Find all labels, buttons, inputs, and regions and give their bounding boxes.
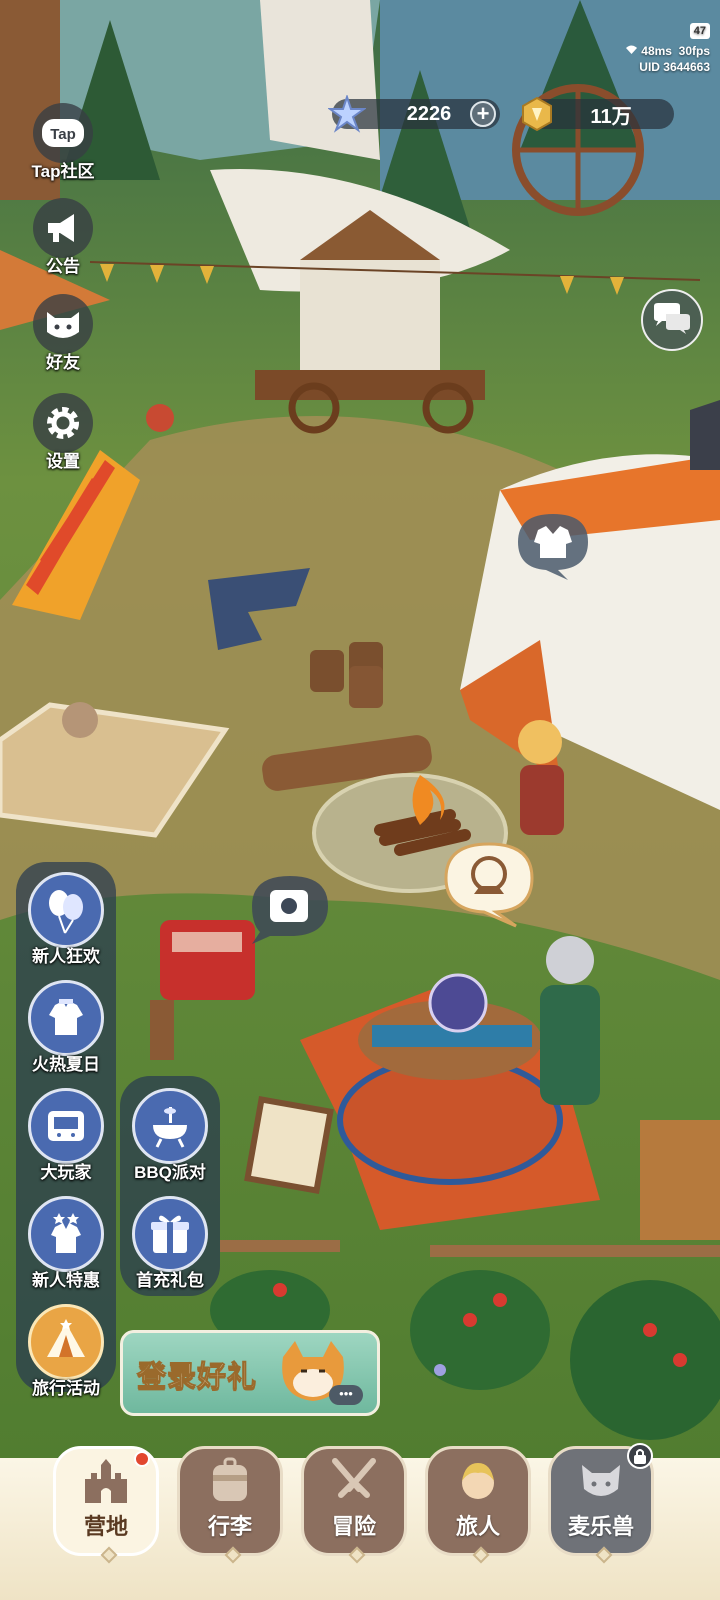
event-hot-summer[interactable]: 火热夏日: [16, 980, 116, 1075]
svg-text:Tap: Tap: [50, 126, 76, 143]
nav-label: 麦乐兽: [567, 1514, 634, 1539]
announcement-label: 公告: [46, 257, 80, 276]
grill-icon: [132, 1088, 208, 1164]
status-overlay: 47 48ms 30fps UID 3644663: [625, 22, 710, 75]
shirt-icon: [518, 514, 588, 580]
arcade-icon: [28, 1088, 104, 1164]
nav-adventure[interactable]: 冒险: [301, 1446, 407, 1564]
nav-label: 营地: [83, 1514, 128, 1539]
chat-bubbles-icon: [652, 302, 692, 339]
uid-value: UID 3644663: [639, 60, 710, 74]
event-label: 新人特惠: [32, 1271, 100, 1290]
event-newbie-deal[interactable]: 新人特惠: [16, 1196, 116, 1291]
more-dots-button[interactable]: •••: [329, 1385, 363, 1405]
megaphone-icon: [33, 198, 93, 258]
event-label: 火热夏日: [32, 1055, 100, 1074]
chat-button[interactable]: [641, 289, 703, 351]
add-gems-button[interactable]: +: [470, 101, 496, 127]
backpack-icon: [180, 1455, 280, 1507]
stars-shirt-icon: [28, 1196, 104, 1272]
login-reward-banner[interactable]: 登录好礼 •••: [120, 1330, 380, 1416]
event-newbie-carnival[interactable]: 新人狂欢: [16, 872, 116, 967]
settings-label: 设置: [46, 452, 80, 471]
balloons-icon: [28, 872, 104, 948]
friends-label: 好友: [46, 353, 80, 372]
nav-luggage[interactable]: 行李: [177, 1446, 283, 1564]
crossed-swords-icon: [304, 1455, 404, 1507]
tap-logo-icon: Tap: [33, 103, 93, 163]
event-label: 首充礼包: [136, 1271, 204, 1290]
event-first-recharge-gift[interactable]: 首充礼包: [120, 1196, 220, 1291]
tent-icon: [28, 1304, 104, 1380]
event-bbq-party[interactable]: BBQ派对: [120, 1088, 220, 1183]
event-label: 大玩家: [40, 1163, 92, 1182]
friends-button[interactable]: 好友: [30, 294, 96, 373]
gem-counter: 2226 +: [326, 93, 500, 133]
event-travel-activity[interactable]: 旅行活动: [16, 1304, 116, 1399]
nav-travelers[interactable]: 旅人: [425, 1446, 531, 1564]
nav-pets[interactable]: 麦乐兽: [548, 1443, 654, 1564]
tap-community-button[interactable]: Tap Tap社区: [30, 103, 96, 182]
nav-label: 行李: [207, 1514, 252, 1539]
fps-value: 30fps: [678, 44, 710, 58]
gold-coin-icon: [518, 95, 556, 133]
nav-label: 冒险: [331, 1514, 376, 1539]
nav-label: 旅人: [455, 1514, 500, 1539]
camera-bubble[interactable]: [242, 872, 332, 944]
gift-icon: [132, 1196, 208, 1272]
ping-value: 48ms: [641, 44, 672, 58]
event-label: BBQ派对: [134, 1163, 206, 1182]
wardrobe-bubble[interactable]: [510, 510, 596, 580]
login-reward-title: 登录好礼: [136, 1361, 258, 1394]
summer-shirt-icon: [28, 980, 104, 1056]
event-label: 新人狂欢: [32, 947, 100, 966]
crystal-ball-icon: [444, 842, 534, 928]
event-label: 旅行活动: [32, 1379, 100, 1398]
cat-face-icon: [33, 294, 93, 354]
gear-icon: [33, 393, 93, 453]
star-gem-icon: [326, 93, 368, 133]
nav-camp[interactable]: 营地: [53, 1446, 159, 1564]
fortune-bubble[interactable]: [436, 838, 542, 928]
tap-community-label: Tap社区: [31, 162, 95, 181]
hero-face-icon: [428, 1455, 528, 1507]
camera-icon: [252, 876, 328, 944]
notification-dot: [134, 1451, 150, 1467]
lock-icon: [627, 1443, 653, 1469]
announcement-button[interactable]: 公告: [30, 198, 96, 277]
coin-counter: 11万: [522, 96, 674, 132]
wifi-icon: [625, 44, 641, 58]
event-big-player[interactable]: 大玩家: [16, 1088, 116, 1183]
battery-indicator: 47: [689, 23, 710, 39]
settings-button[interactable]: 设置: [30, 393, 96, 472]
